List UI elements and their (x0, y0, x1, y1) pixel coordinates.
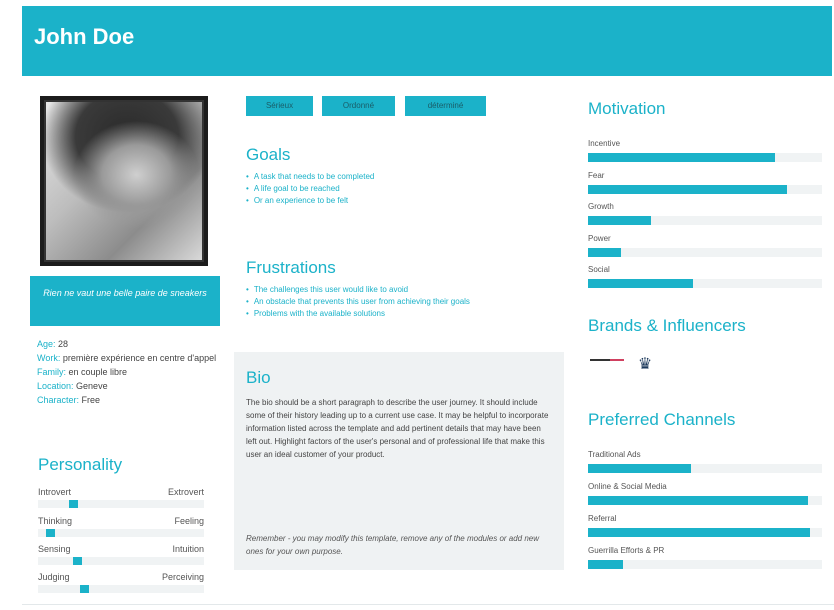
motivation-meter: Incentive (588, 139, 822, 169)
divider (22, 604, 834, 605)
personality-scale-thinking: Thinking Feeling (38, 516, 204, 540)
frustrations-title: Frustrations (246, 258, 336, 277)
goal-item: A life goal to be reached (246, 183, 556, 195)
profile-photo-frame (40, 96, 208, 266)
trait-tag: Ordonné (322, 96, 395, 116)
persona-quote: Rien ne vaut une belle paire de sneakers (30, 276, 220, 326)
detail-character: Character: Free (37, 395, 101, 405)
persona-details: Age: 28 Work: première expérience en cen… (37, 337, 217, 407)
meter-fill (588, 279, 694, 288)
bio-text: The bio should be a short paragraph to d… (246, 398, 549, 459)
frustration-item: The challenges this user would like to a… (246, 284, 566, 296)
bio-title: Bio (246, 368, 271, 387)
persona-name: John Doe (34, 24, 135, 49)
frustration-item: Problems with the available solutions (246, 308, 566, 320)
trait-tag: Sérieux (246, 96, 313, 116)
brand-figure-logo: ♛ (637, 356, 653, 373)
brand-line-logo (590, 359, 624, 363)
frustration-item: An obstacle that prevents this user from… (246, 296, 566, 308)
brands-title: Brands & Influencers (588, 316, 746, 335)
header-banner: John Doe (22, 6, 832, 76)
channels-title: Preferred Channels (588, 410, 736, 429)
meter-fill (588, 496, 808, 505)
personality-scale-introvert: Introvert Extrovert (38, 487, 204, 511)
channel-meter: Referral (588, 514, 822, 544)
channel-meter: Traditional Ads (588, 450, 822, 480)
meter-fill (588, 216, 652, 225)
goal-item: A task that needs to be completed (246, 171, 556, 183)
detail-location: Location: Geneve (37, 381, 108, 391)
goals-title: Goals (246, 145, 291, 164)
trait-tag: déterminé (405, 96, 486, 116)
detail-family: Family: en couple libre (37, 367, 128, 377)
channel-meter: Guerrilla Efforts & PR (588, 546, 822, 576)
meter-fill (588, 153, 776, 162)
goals-list: A task that needs to be completed A life… (246, 171, 556, 207)
bio-panel: Bio The bio should be a short paragraph … (234, 352, 564, 570)
personality-knob (69, 500, 78, 508)
personality-knob (73, 557, 82, 565)
meter-fill (588, 248, 621, 257)
frustrations-list: The challenges this user would like to a… (246, 284, 566, 320)
motivation-meter: Power (588, 234, 822, 264)
motivation-title: Motivation (588, 99, 666, 118)
detail-age: Age: 28 (37, 339, 69, 349)
personality-knob (80, 585, 89, 593)
personality-knob (46, 529, 55, 537)
motivation-meter: Growth (588, 202, 822, 232)
personality-scale-judging: Judging Perceiving (38, 572, 204, 596)
profile-photo (44, 100, 204, 262)
meter-fill (588, 560, 624, 569)
meter-fill (588, 464, 691, 473)
goal-item: Or an experience to be felt (246, 195, 556, 207)
detail-work: Work: première expérience en centre d'ap… (37, 353, 217, 363)
personality-title: Personality (38, 455, 123, 474)
meter-fill (588, 185, 787, 194)
channel-meter: Online & Social Media (588, 482, 822, 512)
personality-scale-sensing: Sensing Intuition (38, 544, 204, 568)
motivation-meter: Fear (588, 171, 822, 201)
motivation-meter: Social (588, 265, 822, 295)
bio-remember-note: Remember - you may modify this template,… (246, 534, 540, 556)
meter-fill (588, 528, 811, 537)
